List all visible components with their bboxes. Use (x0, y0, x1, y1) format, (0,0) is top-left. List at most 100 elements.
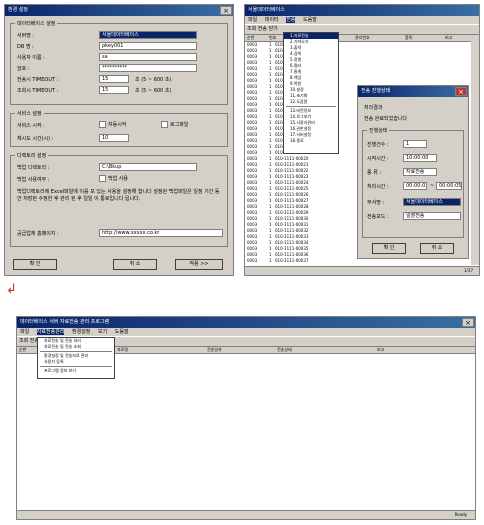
ok-button[interactable]: 확 인 (13, 259, 57, 270)
backup-use-checkbox[interactable]: 백업 사용 (99, 175, 128, 182)
server-input[interactable]: 서울데이터베이스 (99, 31, 197, 39)
menu-file[interactable]: 파일 (248, 17, 257, 23)
col-seq[interactable]: 순번 (247, 35, 254, 41)
kind-value: 자료전송 (403, 168, 437, 176)
menu-send[interactable]: 전송 (286, 17, 296, 23)
range-sep: ~ (430, 183, 435, 189)
bcol-state[interactable]: 전송상태 (277, 347, 292, 353)
bmenu-file[interactable]: 파일 (20, 329, 29, 335)
dropdown-item[interactable]: 12.도움말 (284, 99, 338, 105)
password-input[interactable]: ********** (99, 64, 197, 72)
close-icon[interactable]: × (455, 87, 467, 96)
count-label: 진행건수 : (367, 142, 389, 148)
menu-item-user-register[interactable]: 사용자 등록 (38, 359, 114, 365)
bottom-status-bar: Ready (17, 510, 475, 519)
password-label: 암호 : (17, 66, 30, 72)
col-id[interactable]: 관리번호 (355, 35, 370, 41)
bcol-seq[interactable]: 순번 (19, 347, 26, 353)
bcol-date[interactable]: 전송일자 (207, 347, 222, 353)
close-icon[interactable]: × (220, 6, 232, 15)
progress-title: 전송 진행상태 (361, 88, 391, 94)
elapsed-value: 00:00:01 (403, 182, 427, 190)
backup-dir-label: 백업 디렉토리 : (17, 165, 50, 171)
dept-label: 부서명 : (367, 200, 385, 206)
table-cell: 0003 (247, 258, 258, 263)
backup-use-label: 백업 사용여부 : (17, 177, 50, 183)
send-timeout-label: 전송시 TIMEOUT : (17, 77, 59, 83)
directory-settings-group: 디렉토리 설정 백업 디렉토리 : C:\Bkup 백업 사용여부 : 백업 사… (10, 152, 228, 247)
count-value: 1 (403, 140, 427, 148)
kind-label: 종 류 : (367, 170, 382, 176)
main-toolbar[interactable]: 조회 전송 닫기 (245, 24, 479, 35)
dept-select[interactable]: 서울데이터베이스 (403, 198, 461, 206)
vertical-scrollbar[interactable] (471, 35, 479, 265)
query-timeout-input[interactable]: 15 (99, 86, 129, 94)
col-item[interactable]: 품목 (405, 35, 412, 41)
grid-header: 순번 번호 관리번호 품목 비고 (245, 35, 471, 42)
apply-button[interactable]: 적용 >> (175, 259, 223, 270)
auto-start-checkbox[interactable]: 자동시작 (99, 121, 126, 128)
dialog-cancel-button[interactable]: 취 소 (420, 243, 454, 254)
mode-select[interactable]: 일괄전송 (403, 212, 461, 220)
dialog-ok-button[interactable]: 확 인 (372, 243, 406, 254)
settings-titlebar: 환경 설정 × (5, 5, 233, 16)
db-name-label: DB 명 : (17, 44, 34, 50)
service-settings-group: 서비스 설정 서비스 시작 : 자동시작 로그파일 재시도 시간(시) : 10 (10, 110, 228, 147)
result-value: 전송 완료되었습니다 (364, 116, 407, 122)
main-window: 서울데이터베이스 파일 데이터 전송 도움말 조회 전송 닫기 순번 번호 관리… (244, 4, 480, 276)
bmenu-settings[interactable]: 환경설정 (72, 329, 90, 335)
db-group-title: 데이터베이스 설정 (15, 20, 58, 27)
table-cell: 1 (269, 258, 272, 263)
menu-item-transfer-query[interactable]: 자료전송 및 전송 조회 (38, 344, 114, 350)
bcol-name[interactable]: 자료명 (117, 347, 128, 353)
service-start-label: 서비스 시작 : (17, 123, 45, 129)
cancel-button[interactable]: 취 소 (113, 259, 157, 270)
bottom-title: 데이터베이스 서버 자료전송 관리 프로그램 (20, 319, 110, 325)
progress-titlebar: 전송 진행상태 × (358, 86, 468, 97)
dir-group-title: 디렉토리 설정 (15, 152, 49, 159)
progress-dialog: 전송 진행상태 × 처리결과 전송 완료되었습니다 진행상태 진행건수 : 1 … (357, 85, 469, 259)
bmenu-view[interactable]: 보기 (98, 329, 107, 335)
send-timeout-input[interactable]: 15 (99, 75, 129, 83)
retry-input[interactable]: 10 (99, 134, 129, 142)
bottom-menubar: 파일 자료전송관리 환경설정 보기 도움말 (17, 328, 475, 336)
col-note[interactable]: 비고 (445, 35, 452, 41)
notice-text: 백업디렉토리에 Excel파일에 이를 포 있는 사용을 설정해 합니다 설정된… (17, 189, 220, 202)
query-timeout-range: 초 (5 ~ 600 초) (135, 88, 172, 94)
main-menubar: 파일 데이터 전송 도움말 (245, 16, 479, 24)
settings-title: 환경 설정 (8, 7, 28, 13)
col-no[interactable]: 번호 (269, 35, 276, 41)
menu-help[interactable]: 도움말 (303, 17, 317, 23)
menu-item-program-info[interactable]: 프로그램 정보 보기 (38, 368, 114, 374)
bmenu-transfer[interactable]: 자료전송관리 (36, 329, 65, 335)
bmenu-help[interactable]: 도움말 (115, 329, 129, 335)
mode-label: 전송모드 : (367, 214, 389, 220)
table-cell: 010-1111-00037 (275, 258, 309, 263)
query-timeout-label: 조회시 TIMEOUT : (17, 88, 59, 94)
return-arrow-icon: ↲ (6, 282, 17, 297)
db-name-input[interactable]: pkey001 (99, 42, 197, 50)
log-file-checkbox[interactable]: 로그파일 (161, 121, 188, 128)
user-label: 사용자 이름 : (17, 55, 45, 61)
progress-group-title: 진행상태 (367, 127, 390, 134)
homepage-input[interactable]: http://www.xxxxx.co.kr (99, 229, 223, 237)
server-label: 서버명 : (17, 33, 35, 39)
backup-dir-input[interactable]: C:\Bkup (99, 163, 197, 171)
retry-label: 재시도 시간(시) : (17, 136, 54, 142)
close-icon[interactable]: × (462, 318, 474, 327)
user-input[interactable]: sa (99, 53, 197, 61)
start-time-value: 10:00:00 (403, 154, 437, 162)
menu-data[interactable]: 데이터 (265, 17, 279, 23)
bottom-main-window: 데이터베이스 서버 자료전송 관리 프로그램 × 파일 자료전송관리 환경설정 … (16, 316, 476, 520)
bcol-note[interactable]: 비고 (377, 347, 384, 353)
homepage-label: 공급업체 홈페이지 : (17, 231, 59, 237)
dropdown-item[interactable]: 18.종료 (284, 138, 338, 144)
range-end-value: 00:00:05 (436, 182, 462, 190)
result-label: 처리결과 (364, 105, 383, 111)
service-group-title: 서비스 설정 (15, 110, 44, 117)
status-text: 1/37 (464, 268, 473, 273)
elapsed-label: 처리시간 : (367, 184, 389, 190)
menu-separator (286, 106, 336, 107)
send-dropdown-menu: 1.자료전송 2.가져오기 3.출력 4.검색 5.정렬 6.필터 7.통계 8.백업 9.복원… (283, 32, 339, 154)
progress-group: 진행상태 진행건수 : 1 시작시간 : 10:00:00 종 류 : 자료전송… (362, 127, 464, 238)
